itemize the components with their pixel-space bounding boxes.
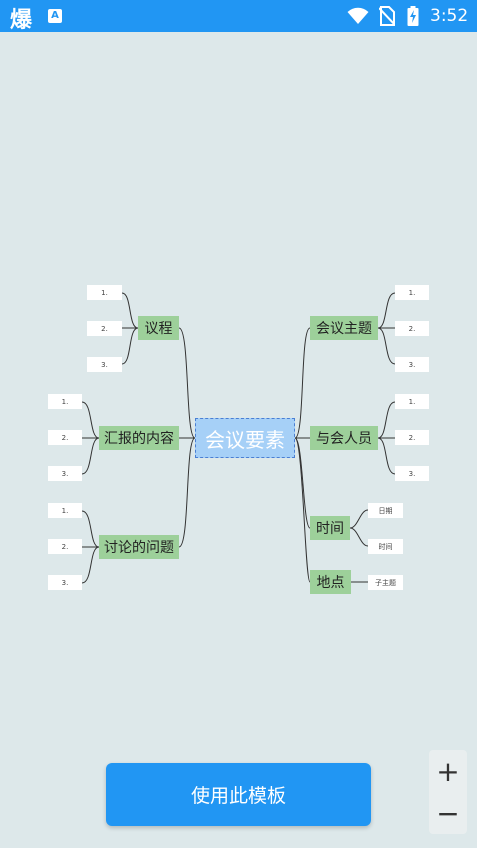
- mindmap-canvas[interactable]: 会议要素 议程 汇报的内容 讨论的问题 会议主题 与会人员 时间 地点 1. 2…: [0, 32, 477, 848]
- topic-report-content[interactable]: 汇报的内容: [99, 426, 179, 450]
- status-bar: 爆 A 3:52: [0, 0, 477, 33]
- leaf-node[interactable]: 3.: [48, 466, 82, 481]
- no-sim-icon: [379, 6, 395, 26]
- app-notification-icon: 爆: [10, 8, 33, 33]
- topic-agenda[interactable]: 议程: [138, 316, 179, 340]
- leaf-node[interactable]: 2.: [87, 321, 122, 336]
- leaf-node[interactable]: 时间: [368, 539, 403, 554]
- leaf-node[interactable]: 1.: [395, 285, 429, 300]
- clock: 3:52: [430, 6, 469, 26]
- wifi-icon: [347, 7, 369, 24]
- leaf-node[interactable]: 2.: [395, 430, 429, 445]
- leaf-node[interactable]: 2.: [48, 430, 82, 445]
- zoom-controls: + −: [429, 750, 467, 834]
- leaf-node[interactable]: 日期: [368, 503, 403, 518]
- leaf-node[interactable]: 1.: [87, 285, 122, 300]
- battery-charging-icon: [407, 6, 419, 26]
- zoom-out-button[interactable]: −: [429, 792, 467, 834]
- leaf-node[interactable]: 3.: [87, 357, 122, 372]
- leaf-node[interactable]: 1.: [48, 394, 82, 409]
- topic-discussion-issues[interactable]: 讨论的问题: [99, 535, 179, 559]
- use-template-button[interactable]: 使用此模板: [106, 763, 371, 826]
- leaf-node[interactable]: 3.: [395, 466, 429, 481]
- central-topic[interactable]: 会议要素: [195, 418, 295, 458]
- leaf-node[interactable]: 1.: [395, 394, 429, 409]
- leaf-node[interactable]: 2.: [395, 321, 429, 336]
- leaf-node[interactable]: 3.: [48, 575, 82, 590]
- topic-meeting-theme[interactable]: 会议主题: [310, 316, 378, 340]
- topic-time[interactable]: 时间: [310, 516, 350, 540]
- topic-location[interactable]: 地点: [310, 570, 351, 594]
- zoom-in-button[interactable]: +: [429, 750, 467, 792]
- leaf-node[interactable]: 2.: [48, 539, 82, 554]
- leaf-node[interactable]: 子主题: [368, 575, 403, 590]
- leaf-node[interactable]: 1.: [48, 503, 82, 518]
- topic-attendees[interactable]: 与会人员: [310, 426, 378, 450]
- app-store-notification-icon: A: [48, 9, 62, 23]
- leaf-node[interactable]: 3.: [395, 357, 429, 372]
